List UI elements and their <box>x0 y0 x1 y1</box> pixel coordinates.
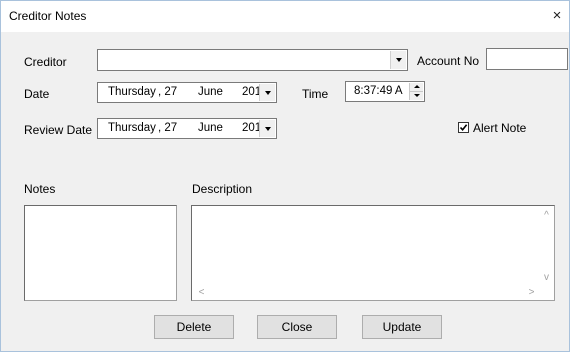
notes-list[interactable] <box>24 205 177 301</box>
scroll-up-icon[interactable]: ^ <box>539 208 554 223</box>
review-date-label: Review Date <box>24 123 93 137</box>
spin-up-button[interactable] <box>410 83 423 92</box>
date-day[interactable]: , 27 <box>158 86 177 98</box>
creditor-dropdown-button[interactable] <box>390 51 406 69</box>
scroll-left-icon[interactable]: < <box>194 285 209 300</box>
chevron-up-icon <box>413 85 420 89</box>
title-bar: Creditor Notes × <box>1 1 569 32</box>
close-icon[interactable]: × <box>547 5 567 27</box>
time-label: Time <box>302 87 329 101</box>
horizontal-scrollbar[interactable]: < > <box>192 285 539 300</box>
date-weekday[interactable]: Thursday <box>108 86 156 98</box>
alert-note-label[interactable]: Alert Note <box>473 121 526 135</box>
creditor-notes-window: Creditor Notes × Creditor Account No Dat… <box>0 0 570 352</box>
account-no-field[interactable] <box>486 48 568 70</box>
date-label: Date <box>24 87 50 101</box>
date-month[interactable]: June <box>198 86 223 98</box>
review-date-picker[interactable]: Thursday , 27 June 201 <box>97 118 277 139</box>
date-picker[interactable]: Thursday , 27 June 201 <box>97 82 277 103</box>
window-title: Creditor Notes <box>9 9 87 23</box>
review-date-day[interactable]: , 27 <box>158 122 177 134</box>
notes-label: Notes <box>24 182 56 196</box>
review-date-dropdown-button[interactable] <box>259 120 275 137</box>
time-value[interactable]: 8:37:49 A <box>354 85 403 97</box>
date-dropdown-button[interactable] <box>259 84 275 101</box>
delete-button[interactable]: Delete <box>154 315 234 339</box>
review-date-month[interactable]: June <box>198 122 223 134</box>
checkmark-icon <box>459 124 468 132</box>
review-date-weekday[interactable]: Thursday <box>108 122 156 134</box>
alert-note-checkbox[interactable] <box>458 122 469 133</box>
account-no-label: Account No <box>417 54 480 68</box>
time-picker[interactable]: 8:37:49 A <box>345 81 425 102</box>
scroll-right-icon[interactable]: > <box>524 285 539 300</box>
chevron-down-icon <box>395 58 402 62</box>
chevron-down-icon <box>264 90 271 95</box>
close-button[interactable]: Close <box>257 315 337 339</box>
vertical-scrollbar[interactable]: ^ v <box>539 206 554 285</box>
description-label: Description <box>192 182 253 196</box>
update-button[interactable]: Update <box>362 315 442 339</box>
creditor-label: Creditor <box>24 55 67 69</box>
time-spinner[interactable] <box>409 83 423 100</box>
spin-down-button[interactable] <box>410 92 423 101</box>
scroll-down-icon[interactable]: v <box>539 270 554 285</box>
description-textarea[interactable]: ^ v < > <box>191 205 555 301</box>
creditor-dropdown[interactable] <box>97 49 408 71</box>
chevron-down-icon <box>264 126 271 131</box>
chevron-down-icon <box>413 94 420 98</box>
